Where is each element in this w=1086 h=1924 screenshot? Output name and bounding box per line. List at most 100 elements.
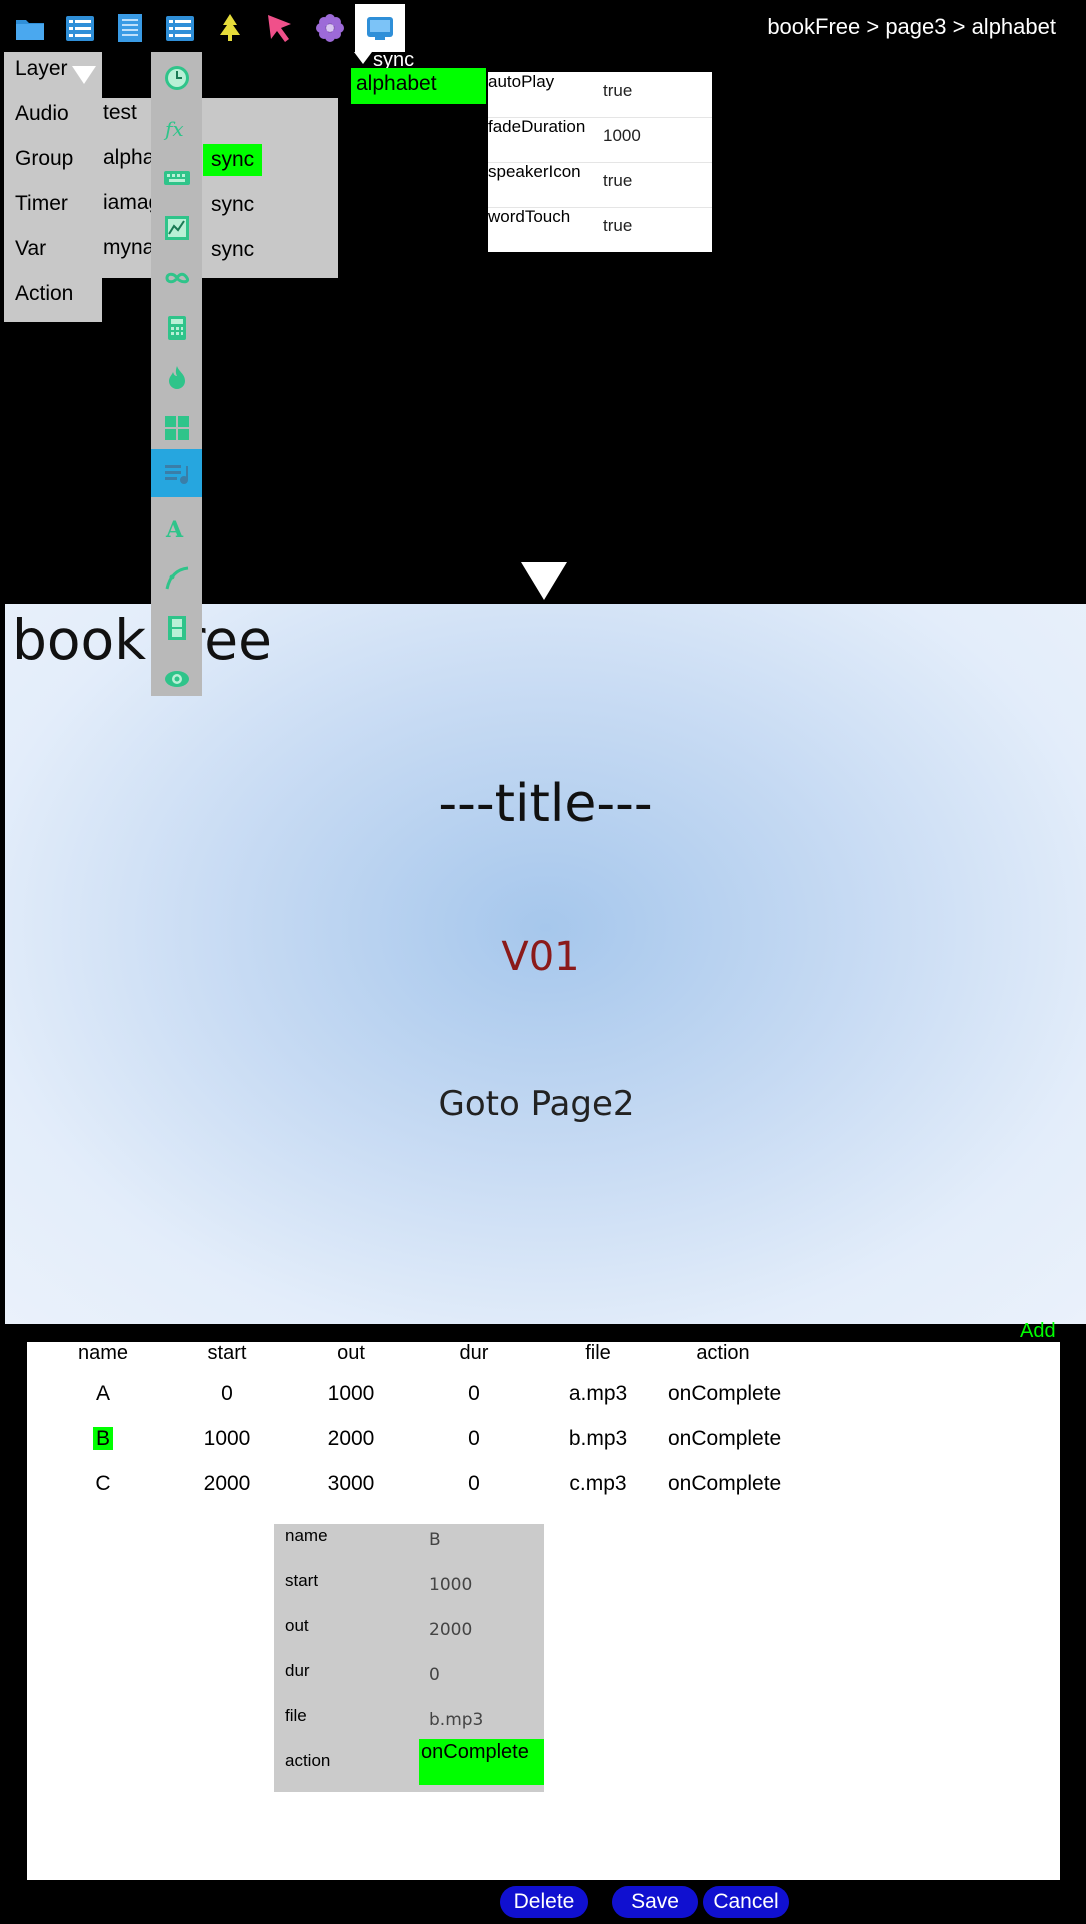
curve-icon[interactable] <box>151 554 202 602</box>
cancel-button[interactable]: Cancel <box>703 1886 789 1918</box>
property-key: speakerIcon <box>488 162 581 181</box>
table-cell[interactable]: 2000 <box>172 1472 282 1496</box>
column-header: dur <box>459 1342 489 1364</box>
table-cell[interactable]: 2000 <box>296 1427 406 1451</box>
book-title[interactable]: book free <box>12 608 272 672</box>
detail-value[interactable]: b.mp3 <box>429 1710 483 1730</box>
text-icon[interactable]: A <box>151 504 202 552</box>
menu-item-action[interactable]: Action <box>15 282 73 306</box>
property-row: fadeDuration 1000 <box>488 117 712 163</box>
breadcrumb: bookFree > page3 > alphabet <box>767 14 1056 39</box>
cloud-icon[interactable] <box>151 652 202 700</box>
table-cell[interactable]: 0 <box>419 1382 529 1406</box>
menu-item-layer[interactable]: Layer <box>15 57 68 81</box>
detail-key: dur <box>285 1661 310 1680</box>
grid-icon[interactable] <box>151 404 202 452</box>
function-icon[interactable]: fx <box>151 104 202 152</box>
selected-object[interactable]: alphabet <box>351 68 486 104</box>
table-cell[interactable]: onComplete <box>668 1472 781 1496</box>
table-cell[interactable]: 3000 <box>296 1472 406 1496</box>
detail-key: start <box>285 1571 319 1590</box>
keyboard-icon[interactable] <box>151 154 202 202</box>
table-cell[interactable]: onComplete <box>668 1427 781 1451</box>
detail-value[interactable]: B <box>429 1530 441 1550</box>
infinity-icon[interactable] <box>151 254 202 302</box>
property-key: autoPlay <box>488 72 555 91</box>
sync-item[interactable]: sync <box>203 234 262 266</box>
column-header: action <box>696 1342 750 1364</box>
sync-item[interactable]: sync <box>203 189 262 221</box>
column-header: file <box>585 1342 611 1364</box>
selected-object-label: alphabet <box>356 72 437 95</box>
table-cell[interactable]: 0 <box>172 1382 282 1406</box>
dropdown-arrow-icon[interactable] <box>72 66 96 84</box>
sync-audio-icon[interactable] <box>151 449 202 497</box>
property-row: wordTouch true <box>488 207 712 252</box>
row-detail-editor: name B start 1000 out 2000 dur 0 file b.… <box>274 1524 544 1792</box>
table-cell[interactable]: b.mp3 <box>543 1427 653 1451</box>
menu-item-group[interactable]: Group <box>15 147 73 171</box>
pointer-icon[interactable] <box>255 4 305 52</box>
table-cell[interactable]: 1000 <box>172 1427 282 1451</box>
flower-icon[interactable] <box>305 4 355 52</box>
table-cell-selected[interactable]: B <box>48 1427 158 1451</box>
folder-icon[interactable] <box>5 4 55 52</box>
add-button[interactable]: Add <box>1020 1320 1056 1343</box>
calculator-icon[interactable] <box>151 304 202 352</box>
menu-item-audio[interactable]: Audio <box>15 102 69 126</box>
title-text[interactable]: ---title--- <box>5 774 1086 834</box>
table-cell[interactable]: C <box>48 1472 158 1496</box>
list-item[interactable]: myna <box>103 236 154 260</box>
detail-key: out <box>285 1616 309 1635</box>
detail-value[interactable]: 2000 <box>429 1620 472 1640</box>
layer-type-menu: Layer Audio Group Timer Var Action <box>4 52 102 322</box>
detail-value[interactable]: 1000 <box>429 1575 472 1595</box>
toolbar <box>5 4 405 52</box>
detail-key: name <box>285 1526 328 1545</box>
sync-item-selected[interactable]: sync <box>203 144 263 176</box>
goto-page2-button[interactable]: Goto Page2 <box>5 1084 1068 1124</box>
tree-icon[interactable] <box>205 4 255 52</box>
film-icon[interactable] <box>151 604 202 652</box>
list-detail-icon[interactable] <box>155 4 205 52</box>
table-cell[interactable]: 0 <box>419 1472 529 1496</box>
properties-panel: autoPlay true fadeDuration 1000 speakerI… <box>488 72 712 252</box>
graph-icon[interactable] <box>151 204 202 252</box>
column-header: start <box>207 1342 247 1364</box>
action-selector[interactable]: onComplete <box>419 1739 544 1785</box>
fire-icon[interactable] <box>151 354 202 402</box>
caret-down-icon <box>354 52 372 64</box>
property-value[interactable]: 1000 <box>603 126 641 146</box>
property-value[interactable]: true <box>603 81 632 101</box>
menu-item-var[interactable]: Var <box>15 237 46 261</box>
list-icon[interactable] <box>55 4 105 52</box>
page-icon[interactable] <box>105 4 155 52</box>
property-row: autoPlay true <box>488 72 712 118</box>
version-text[interactable]: V01 <box>5 934 1076 980</box>
table-cell[interactable]: 0 <box>419 1427 529 1451</box>
column-header: name <box>77 1342 129 1364</box>
save-button[interactable]: Save <box>612 1886 698 1918</box>
menu-item-timer[interactable]: Timer <box>15 192 68 216</box>
table-cell[interactable]: onComplete <box>668 1382 781 1406</box>
media-icon[interactable] <box>355 4 405 52</box>
clock-icon[interactable] <box>151 54 202 102</box>
table-cell[interactable]: a.mp3 <box>543 1382 653 1406</box>
property-value[interactable]: true <box>603 171 632 191</box>
tool-palette: fx A <box>151 52 202 696</box>
list-item[interactable]: alpha <box>103 146 154 170</box>
collapse-arrow-icon[interactable] <box>521 562 567 600</box>
action-value: onComplete <box>421 1741 529 1763</box>
table-cell[interactable]: A <box>48 1382 158 1406</box>
column-header: out <box>337 1342 365 1364</box>
detail-key: file <box>285 1706 307 1725</box>
detail-key: action <box>285 1751 331 1770</box>
svg-text:A: A <box>165 517 184 543</box>
selected-name: B <box>92 1427 113 1450</box>
table-cell[interactable]: 1000 <box>296 1382 406 1406</box>
list-item[interactable]: test <box>103 101 137 125</box>
property-value[interactable]: true <box>603 216 632 236</box>
table-cell[interactable]: c.mp3 <box>543 1472 653 1496</box>
delete-button[interactable]: Delete <box>500 1886 588 1918</box>
detail-value[interactable]: 0 <box>429 1665 440 1685</box>
